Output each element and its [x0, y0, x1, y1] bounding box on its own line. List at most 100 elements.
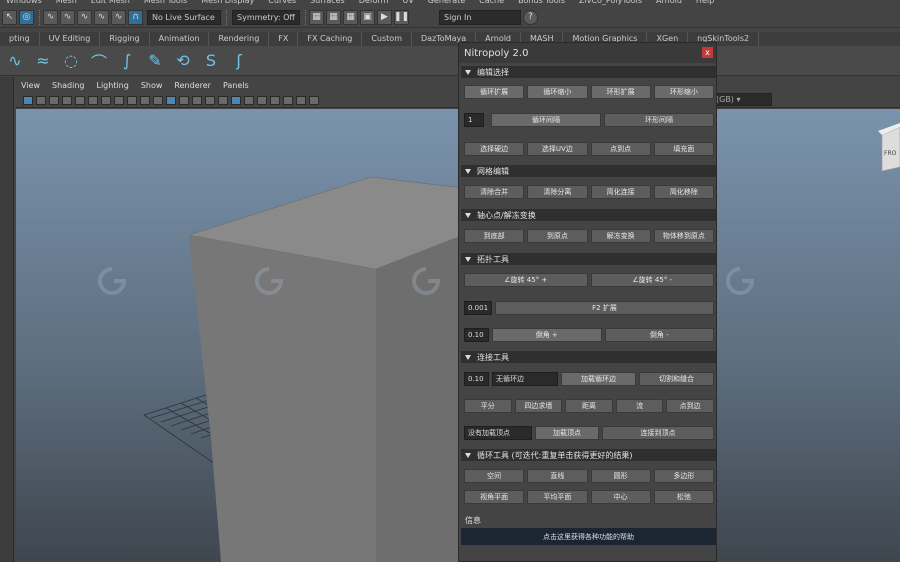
render-settings-icon[interactable]: ▦ — [343, 9, 358, 25]
f2-extend-button[interactable]: F2 扩展 — [495, 301, 714, 315]
grid-icon[interactable] — [75, 96, 85, 105]
section-pivot[interactable]: 轴心点/解冻变换 — [461, 209, 716, 221]
interval-input[interactable]: 1 — [464, 113, 484, 127]
loop-interval-button[interactable]: 循环间隔 — [491, 113, 601, 127]
tab-animation[interactable]: Animation — [150, 32, 210, 46]
viewport-menu-shading[interactable]: Shading — [52, 81, 85, 94]
fill-face-button[interactable]: 填充面 — [653, 142, 714, 156]
image-plane-icon[interactable] — [62, 96, 72, 105]
pivot-to-origin-button[interactable]: 到原点 — [527, 229, 588, 243]
menu-help[interactable]: Help — [696, 0, 714, 7]
tab-rendering[interactable]: Rendering — [209, 32, 270, 46]
wireframe-icon[interactable] — [166, 96, 176, 105]
default-material-icon[interactable] — [192, 96, 202, 105]
film-gate-icon[interactable] — [88, 96, 98, 105]
relax-button[interactable]: 松弛 — [653, 490, 714, 504]
gate-mask-icon[interactable] — [114, 96, 124, 105]
loaded-loop-field[interactable]: 无循环边 — [492, 372, 558, 386]
close-button[interactable]: x — [702, 47, 713, 58]
select-hard-edges-button[interactable]: 选择硬边 — [464, 142, 525, 156]
menu-windows[interactable]: Windows — [6, 0, 42, 7]
camera-attributes-icon[interactable] — [36, 96, 46, 105]
curve-tool-icon[interactable]: ∿ — [4, 50, 26, 72]
freeze-transform-button[interactable]: 解冻变换 — [590, 229, 651, 243]
menu-zivco-polytools[interactable]: ZivCo_PolyTools — [579, 0, 642, 7]
help-info-button[interactable]: 点击这里获得各种功能的帮助 — [461, 528, 716, 545]
flow-button[interactable]: 流 — [615, 399, 664, 413]
tab-fx-caching[interactable]: FX Caching — [298, 32, 363, 46]
spiral-icon[interactable]: ◌ — [60, 50, 82, 72]
pause-icon[interactable]: ❚❚ — [394, 9, 409, 25]
viewport-menu-view[interactable]: View — [21, 81, 40, 94]
bisect-button[interactable]: 平分 — [464, 399, 512, 413]
sign-in-dropdown[interactable]: Sign In — [439, 9, 521, 25]
menu-arnold[interactable]: Arnold — [656, 0, 682, 7]
simplify-connect-button[interactable]: 简化连接 — [590, 185, 651, 199]
f2-value-input[interactable]: 0.001 — [464, 301, 492, 315]
space-button[interactable]: 空间 — [464, 469, 525, 483]
connect-value-input[interactable]: 0.10 — [464, 372, 489, 386]
ring-interval-button[interactable]: 环形间隔 — [604, 113, 714, 127]
field-chart-icon[interactable] — [127, 96, 137, 105]
snap-curve-icon[interactable]: ∿ — [60, 9, 75, 25]
s-curve-icon[interactable]: S — [200, 50, 222, 72]
section-connect[interactable]: 连接工具 — [461, 351, 716, 363]
motion-blur-icon[interactable] — [257, 96, 267, 105]
viewport-menu-panels[interactable]: Panels — [223, 81, 249, 94]
center-button[interactable]: 中心 — [590, 490, 651, 504]
clean-merge-button[interactable]: 清除合并 — [464, 185, 525, 199]
menu-curves[interactable]: Curves — [268, 0, 296, 7]
point-to-point-button[interactable]: 点到点 — [590, 142, 651, 156]
view-plane-button[interactable]: 视角平面 — [464, 490, 525, 504]
shadows-icon[interactable] — [231, 96, 241, 105]
snap-view-icon[interactable]: ∿ — [94, 9, 109, 25]
color-space-dropdown[interactable]: (GB) ▾ — [712, 93, 772, 106]
anti-aliasing-icon[interactable] — [270, 96, 280, 105]
lasso-tool-icon[interactable]: ◎ — [19, 9, 34, 25]
isolate-select-icon[interactable] — [296, 96, 306, 105]
snap-surface-icon[interactable]: ∿ — [111, 9, 126, 25]
select-tool-icon[interactable]: ↖ — [2, 9, 17, 25]
polygon-button[interactable]: 多边形 — [653, 469, 714, 483]
select-camera-icon[interactable] — [23, 96, 33, 105]
live-surface-field[interactable]: No Live Surface — [147, 9, 221, 25]
rotate-minus-45-button[interactable]: ∠旋转 45° - — [590, 273, 714, 287]
simplify-remove-button[interactable]: 简化移除 — [653, 185, 714, 199]
clean-split-button[interactable]: 清除分离 — [527, 185, 588, 199]
menu-cache[interactable]: Cache — [479, 0, 504, 7]
depth-of-field-icon[interactable] — [283, 96, 293, 105]
ambient-occlusion-icon[interactable] — [244, 96, 254, 105]
twist-icon[interactable]: ⟲ — [172, 50, 194, 72]
viewport-menu-show[interactable]: Show — [141, 81, 163, 94]
bezier-icon[interactable]: ∫ — [116, 50, 138, 72]
smooth-shade-icon[interactable] — [179, 96, 189, 105]
average-plane-button[interactable]: 平均平面 — [527, 490, 588, 504]
menu-deform[interactable]: Deform — [359, 0, 389, 7]
hook-icon[interactable]: ʃ — [228, 50, 250, 72]
bookmarks-icon[interactable] — [49, 96, 59, 105]
ring-shrink-button[interactable]: 环形缩小 — [653, 85, 714, 99]
pivot-to-bottom-button[interactable]: 到底部 — [464, 229, 525, 243]
tab-uv-editing[interactable]: UV Editing — [40, 32, 101, 46]
menu-mesh[interactable]: Mesh — [56, 0, 77, 7]
hypershade-icon[interactable]: ▣ — [360, 9, 375, 25]
connect-to-vertex-button[interactable]: 连接到顶点 — [602, 426, 714, 440]
menu-surfaces[interactable]: Surfaces — [310, 0, 345, 7]
tab-fx[interactable]: FX — [269, 32, 299, 46]
menu-bonus-tools[interactable]: Bonus Tools — [518, 0, 565, 7]
xray-icon[interactable] — [309, 96, 319, 105]
circle-button[interactable]: 圆形 — [590, 469, 651, 483]
nitropoly-title-bar[interactable]: Nitropoly 2.0 — [459, 43, 716, 63]
ipr-render-icon[interactable]: ▦ — [326, 9, 341, 25]
safe-title-icon[interactable] — [153, 96, 163, 105]
tab-pting[interactable]: pting — [0, 32, 40, 46]
section-loop-tools[interactable]: 循环工具 (可迭代:重复单击获得更好的结果) — [461, 449, 716, 461]
tab-rigging[interactable]: Rigging — [100, 32, 150, 46]
textured-icon[interactable] — [205, 96, 215, 105]
menu-generate[interactable]: Generate — [428, 0, 465, 7]
quad-wall-button[interactable]: 四边求墙 — [514, 399, 563, 413]
magnet-icon[interactable]: ∩ — [128, 9, 143, 25]
menu-uv[interactable]: UV — [402, 0, 413, 7]
load-loop-edge-button[interactable]: 加载循环边 — [561, 372, 636, 386]
viewport-menu-renderer[interactable]: Renderer — [174, 81, 211, 94]
